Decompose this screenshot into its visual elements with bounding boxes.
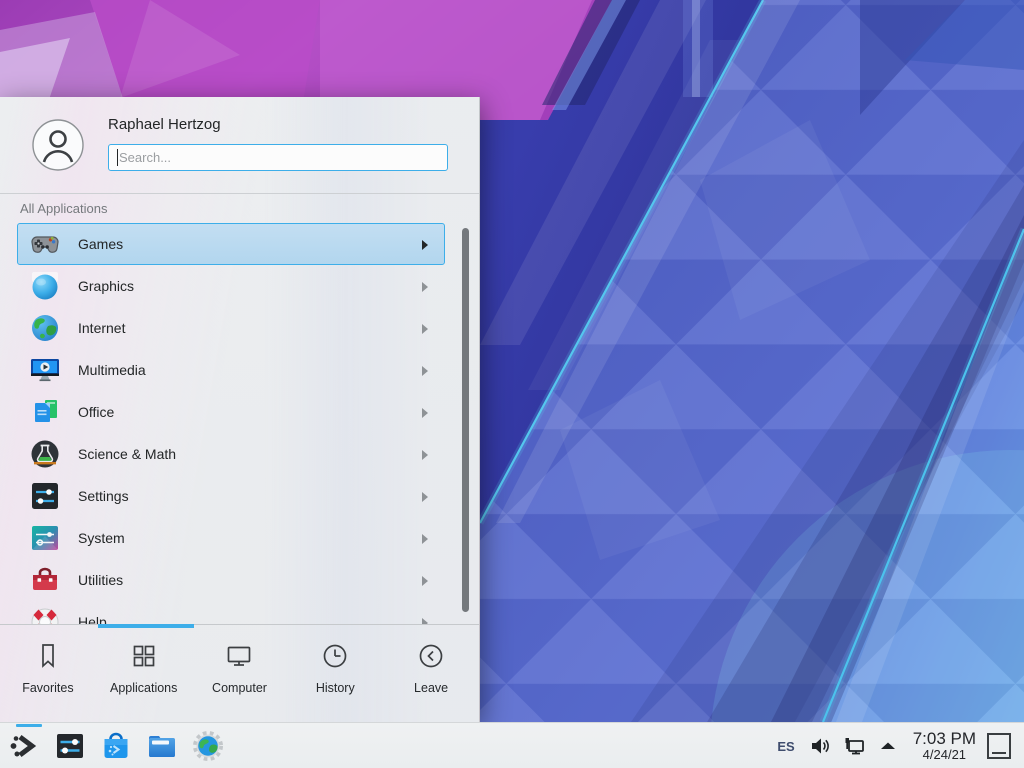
tab-favorites[interactable]: Favorites (0, 641, 96, 722)
documents-icon (29, 396, 61, 428)
clock-icon (320, 641, 350, 671)
tab-applications[interactable]: Applications (96, 641, 192, 722)
submenu-arrow-icon (422, 240, 428, 250)
category-office[interactable]: Office (17, 391, 445, 433)
app-launcher-button[interactable] (8, 730, 40, 762)
submenu-arrow-icon (422, 324, 428, 334)
category-label: Games (78, 236, 123, 252)
category-system[interactable]: System (17, 517, 445, 559)
list-scrollbar[interactable] (462, 228, 469, 612)
discover-button[interactable] (100, 730, 132, 762)
launcher-tab-bar: Favorites Applications Computer (0, 624, 479, 722)
volume-icon[interactable] (808, 734, 832, 758)
bookmark-icon (33, 641, 63, 671)
leave-circle-icon (416, 641, 446, 671)
category-label: Utilities (78, 572, 123, 588)
submenu-arrow-icon (422, 282, 428, 292)
system-settings-button[interactable] (54, 730, 86, 762)
taskbar: ES 7:03 PM 4/24/21 (0, 722, 1024, 768)
category-science-math[interactable]: Science & Math (17, 433, 445, 475)
user-name: Raphael Hertzog (108, 116, 221, 133)
category-label: Help (78, 614, 107, 624)
expand-tray-icon[interactable] (876, 734, 900, 758)
category-label: Graphics (78, 278, 134, 294)
network-icon[interactable] (842, 734, 866, 758)
tab-computer[interactable]: Computer (192, 641, 288, 722)
gamepad-icon (29, 228, 61, 260)
tab-label: History (316, 681, 355, 695)
tab-label: Applications (110, 681, 177, 695)
category-label: Internet (78, 320, 125, 336)
category-label: Science & Math (78, 446, 176, 462)
user-avatar[interactable] (32, 119, 84, 171)
tab-leave[interactable]: Leave (383, 641, 479, 722)
submenu-arrow-icon (422, 492, 428, 502)
toolbox-icon (29, 564, 61, 596)
header-divider (0, 193, 479, 194)
clock-time: 7:03 PM (913, 730, 976, 749)
text-caret (117, 149, 118, 166)
system-settings-icon (54, 730, 86, 762)
system-nodes-icon (29, 522, 61, 554)
submenu-arrow-icon (422, 534, 428, 544)
tab-label: Leave (414, 681, 448, 695)
search-input[interactable] (108, 144, 448, 171)
screen: Raphael Hertzog All Applications (0, 0, 1024, 768)
submenu-arrow-icon (422, 450, 428, 460)
active-tab-indicator (98, 624, 194, 628)
globe-icon (29, 312, 61, 344)
tab-label: Computer (212, 681, 267, 695)
show-desktop-button[interactable] (986, 731, 1012, 761)
flask-icon (29, 438, 61, 470)
category-graphics[interactable]: Graphics (17, 265, 445, 307)
tab-history[interactable]: History (287, 641, 383, 722)
monitor-play-icon (29, 354, 61, 386)
web-browser-button[interactable] (192, 730, 224, 762)
sliders-dark-icon (29, 480, 61, 512)
submenu-arrow-icon (422, 408, 428, 418)
discover-icon (100, 730, 132, 762)
application-launcher-popup: Raphael Hertzog All Applications (0, 97, 480, 722)
category-label: Settings (78, 488, 129, 504)
file-manager-icon (146, 730, 178, 762)
submenu-arrow-icon (422, 576, 428, 586)
category-settings[interactable]: Settings (17, 475, 445, 517)
lifebuoy-icon (29, 606, 61, 624)
category-list: Games Graphics (0, 223, 479, 624)
category-games[interactable]: Games (17, 223, 445, 265)
category-internet[interactable]: Internet (17, 307, 445, 349)
grid-icon (129, 641, 159, 671)
tab-label: Favorites (22, 681, 73, 695)
section-label: All Applications (20, 201, 107, 216)
submenu-arrow-icon (422, 366, 428, 376)
category-help[interactable]: Help (17, 601, 445, 624)
sphere-icon (29, 270, 61, 302)
launcher-header: Raphael Hertzog (0, 97, 479, 193)
category-label: Office (78, 404, 114, 420)
app-launcher-icon (8, 730, 40, 762)
category-multimedia[interactable]: Multimedia (17, 349, 445, 391)
computer-icon (224, 641, 254, 671)
category-label: System (78, 530, 125, 546)
clock-date: 4/24/21 (913, 748, 976, 762)
clock[interactable]: 7:03 PM 4/24/21 (913, 730, 976, 763)
keyboard-layout-indicator[interactable]: ES (769, 739, 802, 754)
category-label: Multimedia (78, 362, 146, 378)
web-browser-icon (192, 730, 224, 762)
file-manager-button[interactable] (146, 730, 178, 762)
category-utilities[interactable]: Utilities (17, 559, 445, 601)
